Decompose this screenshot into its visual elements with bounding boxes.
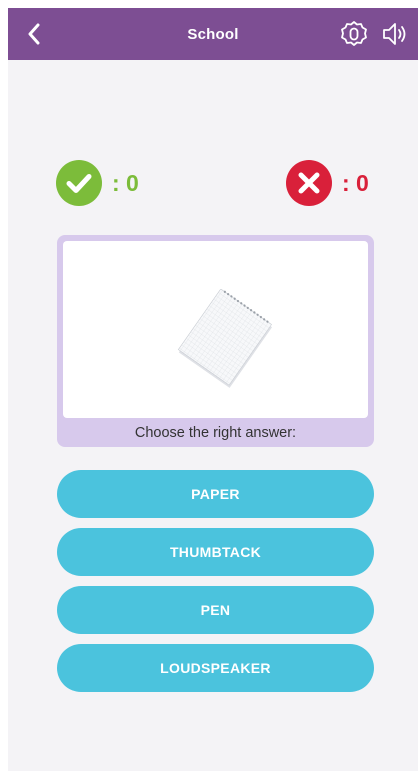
answer-button-loudspeaker[interactable]: LOUDSPEAKER bbox=[57, 644, 374, 692]
correct-count: : 0 bbox=[112, 169, 139, 196]
check-circle-icon bbox=[56, 160, 102, 206]
answer-button-paper[interactable]: PAPER bbox=[57, 470, 374, 518]
speaker-icon bbox=[383, 23, 406, 45]
app-screen: School : 0 : 0 Choose the right answer: … bbox=[8, 8, 418, 771]
back-button[interactable] bbox=[22, 20, 46, 48]
answer-button-thumbtack[interactable]: THUMBTACK bbox=[57, 528, 374, 576]
answer-list: PAPER THUMBTACK PEN LOUDSPEAKER bbox=[57, 470, 374, 702]
sound-button[interactable] bbox=[380, 20, 410, 48]
settings-icon bbox=[341, 21, 367, 46]
settings-button[interactable] bbox=[340, 20, 368, 48]
chevron-left-icon bbox=[28, 23, 40, 45]
question-card: Choose the right answer: bbox=[57, 235, 374, 447]
question-prompt: Choose the right answer: bbox=[134, 425, 297, 441]
notepad-image bbox=[177, 289, 273, 388]
wrong-count: : 0 bbox=[342, 169, 369, 196]
question-image bbox=[63, 241, 368, 418]
wrong-score: : 0 bbox=[286, 160, 369, 206]
page-title: School bbox=[187, 25, 239, 43]
answer-button-pen[interactable]: PEN bbox=[57, 586, 374, 634]
x-circle-icon bbox=[286, 160, 332, 206]
correct-score: : 0 bbox=[56, 160, 139, 206]
top-bar: School bbox=[8, 8, 418, 60]
